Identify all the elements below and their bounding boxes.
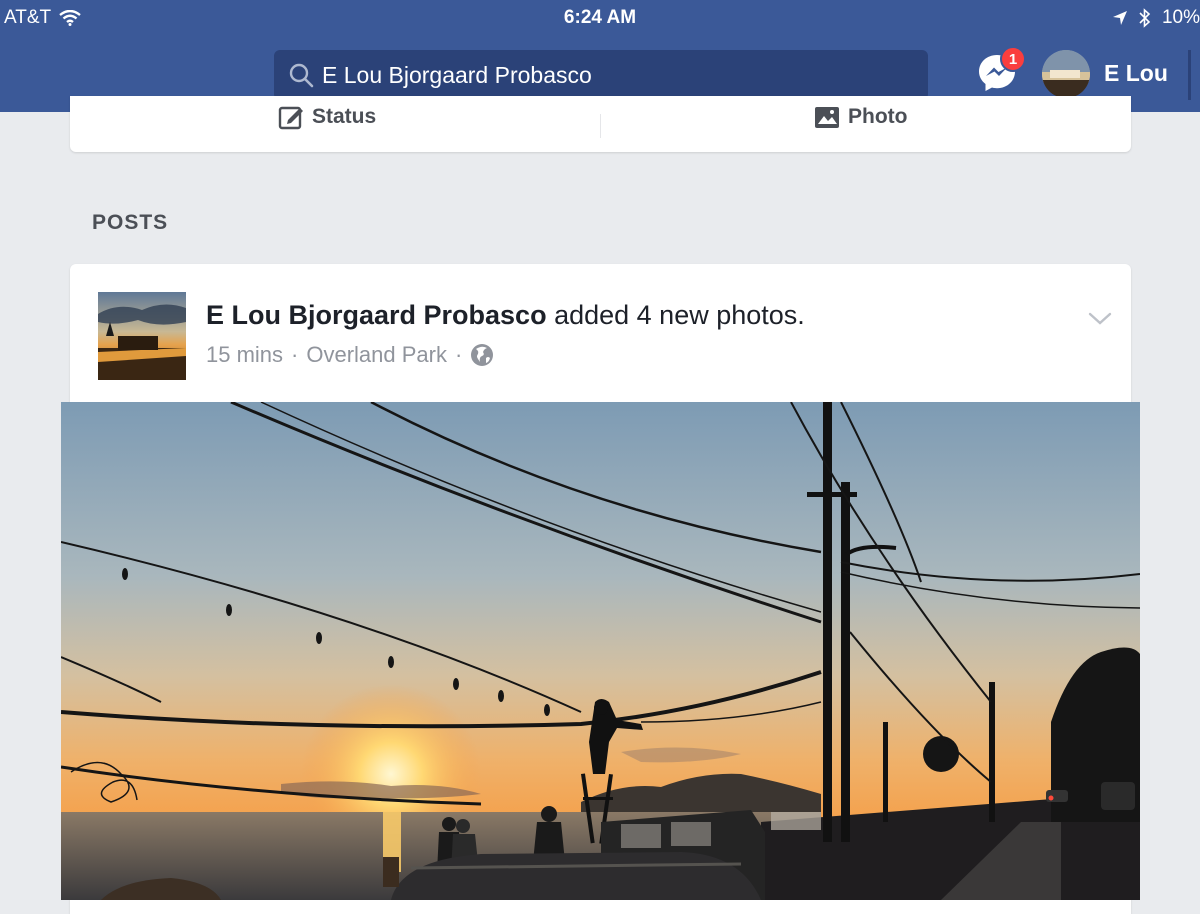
status-button[interactable]: Status <box>278 104 376 130</box>
clock: 6:24 AM <box>563 7 637 28</box>
photo-label: Photo <box>848 105 908 128</box>
battery-percent: 10% <box>1161 7 1200 28</box>
posts-heading: POSTS <box>92 211 169 234</box>
status-label: Status <box>312 105 377 128</box>
photo-button[interactable]: Photo <box>814 104 907 130</box>
location-arrow-icon <box>1112 11 1127 25</box>
profile-avatar[interactable] <box>1042 50 1090 98</box>
post-location[interactable]: Overland Park <box>306 342 447 368</box>
meta-separator: · <box>455 342 463 367</box>
avatar-photo <box>1042 50 1090 98</box>
status-right-group: 10% <box>1112 7 1200 29</box>
post-timestamp[interactable]: 15 mins <box>206 342 283 368</box>
post-headline: E Lou Bjorgaard Probasco added 4 new pho… <box>206 300 805 331</box>
bar-edge <box>1188 50 1191 100</box>
edit-icon <box>278 106 303 130</box>
sunset-photo <box>61 402 1140 900</box>
globe-icon <box>471 344 494 366</box>
status-bar: AT&T 6:24 AM 10% <box>0 0 1200 36</box>
messenger-badge: 1 <box>1000 46 1026 72</box>
post-meta: 15 mins · Overland Park · <box>206 342 494 368</box>
bluetooth-icon <box>1139 8 1151 28</box>
search-value: E Lou Bjorgaard Probasco <box>322 61 592 88</box>
search-input[interactable]: E Lou Bjorgaard Probasco <box>274 50 928 100</box>
post-photo[interactable] <box>61 402 1140 900</box>
post-author-name[interactable]: E Lou Bjorgaard Probasco <box>206 300 547 330</box>
post-action-text: added 4 new photos. <box>554 300 805 330</box>
profile-name[interactable]: E Lou <box>1104 60 1168 87</box>
meta-separator: · <box>291 342 299 367</box>
avatar-photo <box>98 292 186 380</box>
composer-card: Status Photo <box>70 96 1131 152</box>
photo-icon <box>815 107 839 128</box>
chevron-down-icon[interactable] <box>1086 304 1114 332</box>
search-icon <box>289 63 314 88</box>
composer-divider <box>600 114 601 138</box>
post-author-avatar[interactable] <box>98 292 186 380</box>
